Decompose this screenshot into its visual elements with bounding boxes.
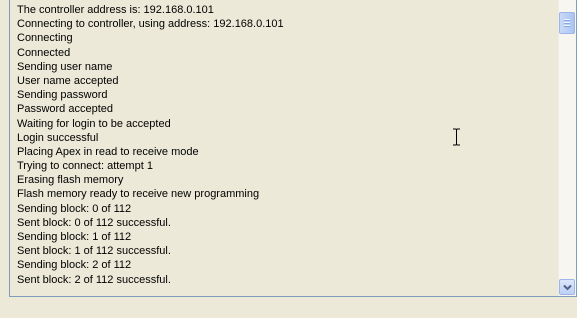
log-line: Password accepted: [17, 103, 113, 116]
scrollbar-thumb[interactable]: [559, 12, 575, 34]
grip-lines-icon: [564, 19, 570, 20]
log-line: Erasing flash memory: [17, 174, 124, 187]
log-line: Placing Apex in read to receive mode: [17, 145, 199, 158]
log-line: Sent block: 0 of 112 successful.: [17, 216, 171, 229]
scroll-down-button[interactable]: [559, 279, 575, 295]
log-line: Sending user name: [17, 60, 113, 73]
log-line: The controller address is: 192.168.0.101: [17, 4, 214, 16]
vertical-scrollbar[interactable]: [558, 0, 576, 296]
log-line: Flash memory ready to receive new progra…: [17, 188, 260, 201]
grip-lines-icon: [564, 25, 570, 26]
chevron-down-icon: [563, 284, 572, 291]
log-line: Connecting: [17, 32, 73, 45]
log-line: Connecting to controller, using address:…: [17, 18, 284, 31]
output-log-panel[interactable]: The controller address is: 192.168.0.101…: [9, 0, 577, 297]
log-line: Connected: [17, 46, 71, 59]
log-line: Login successful: [17, 131, 99, 144]
text-cursor-ibeam-icon: [453, 128, 460, 146]
log-lines: The controller address is: 192.168.0.101…: [10, 0, 558, 296]
log-line: Sending block: 1 of 112: [17, 231, 132, 243]
log-line: User name accepted: [17, 74, 119, 87]
grip-lines-icon: [564, 22, 570, 23]
log-line: Sent block: 2 of 112 successful.: [17, 273, 171, 286]
log-line: Sent block: 1 of 112 successful.: [17, 245, 171, 258]
log-line: Sending password: [17, 89, 108, 102]
log-line: Sending block: 0 of 112: [17, 202, 132, 215]
log-line: Sending block: 2 of 112: [17, 259, 132, 272]
log-line: Trying to connect: attempt 1: [17, 160, 153, 173]
log-line: Waiting for login to be accepted: [17, 117, 171, 130]
